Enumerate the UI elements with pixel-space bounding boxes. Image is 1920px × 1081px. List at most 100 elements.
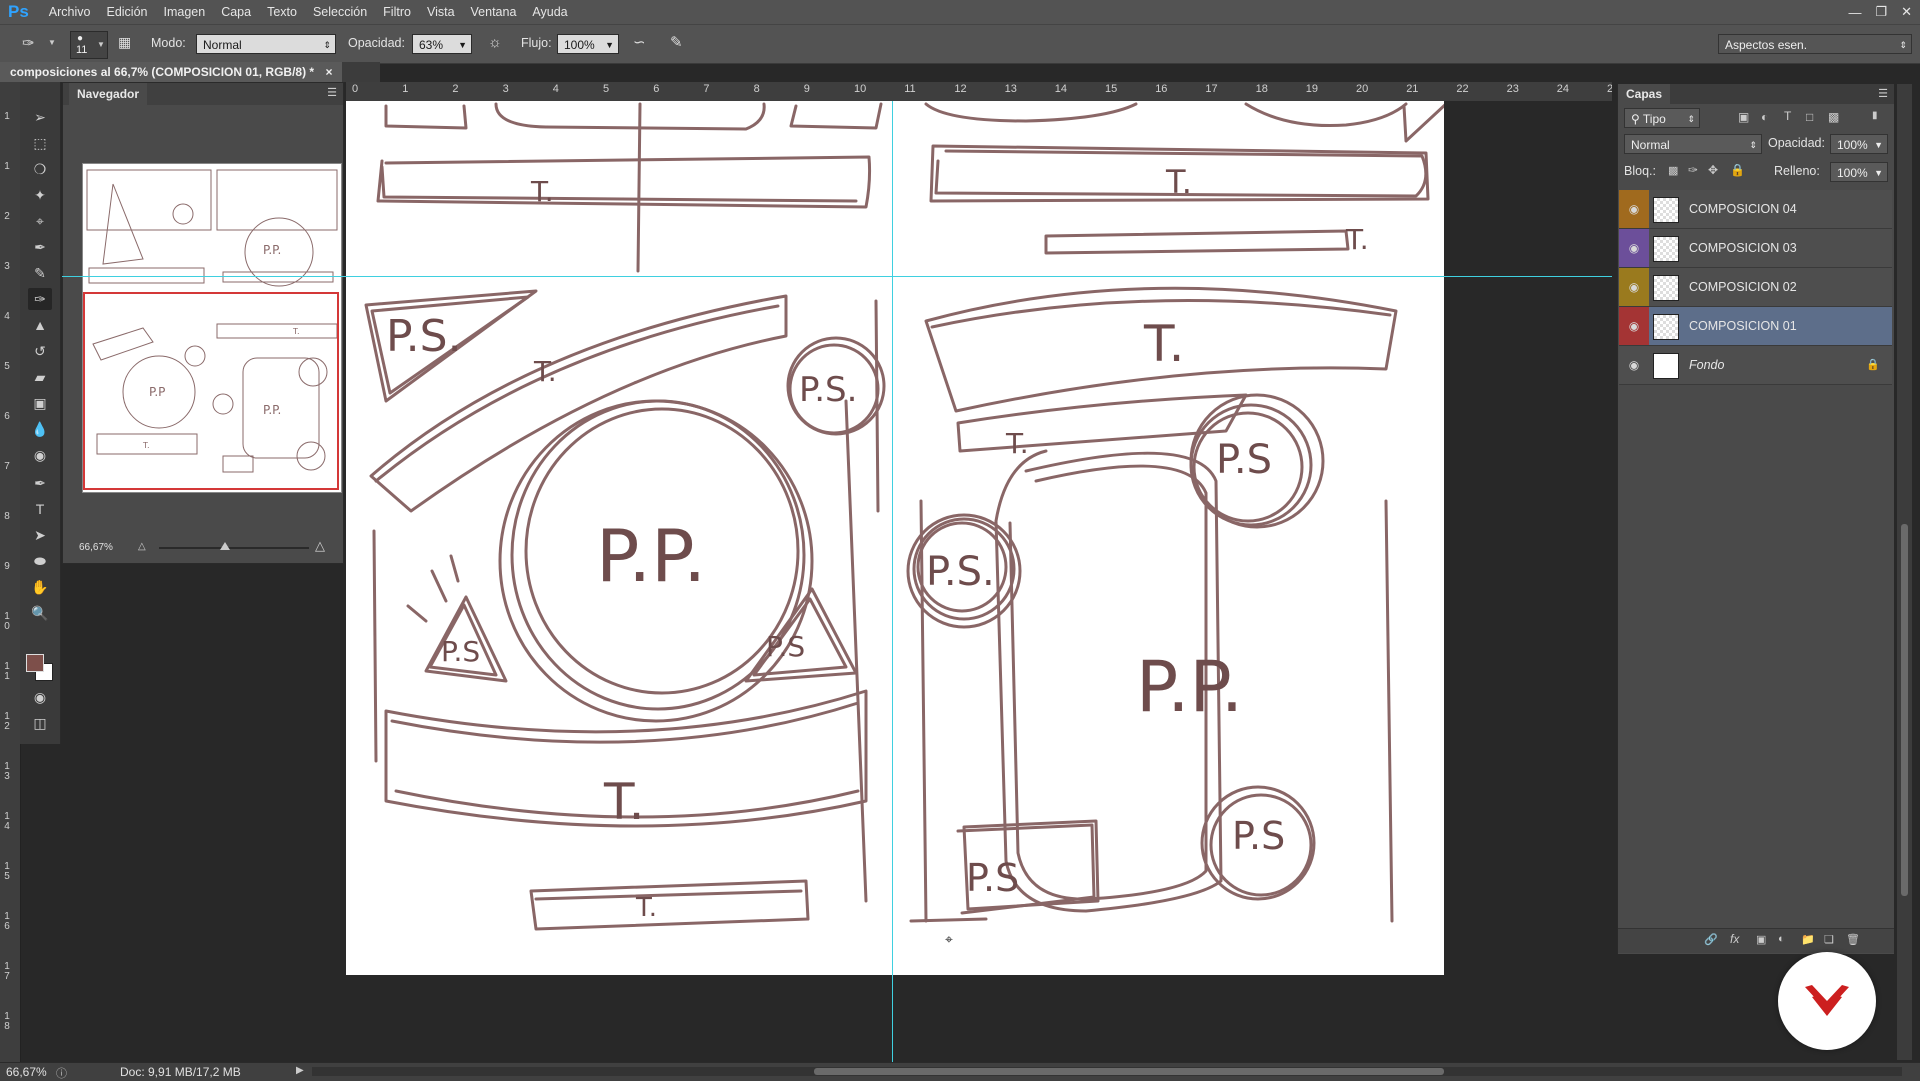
hand-tool-icon[interactable]: ✋ bbox=[28, 576, 52, 598]
lock-position-icon[interactable]: ✥ bbox=[1708, 163, 1718, 177]
fill-field[interactable]: 100% ▼ bbox=[1830, 162, 1888, 182]
blur-tool-icon[interactable]: 💧 bbox=[28, 418, 52, 440]
adjustment-layer-icon[interactable]: ◐ bbox=[1778, 933, 1785, 945]
zoom-tool-icon[interactable]: 🔍 bbox=[28, 602, 52, 624]
navigator-view-box[interactable] bbox=[83, 292, 339, 490]
document-tab[interactable]: composiciones al 66,7% (COMPOSICION 01, … bbox=[0, 62, 343, 82]
ellipse-tool-icon[interactable]: ⬬ bbox=[28, 550, 52, 572]
right-panel-scroll-thumb[interactable] bbox=[1901, 524, 1908, 896]
filter-smart-object-icon[interactable]: ▩ bbox=[1828, 110, 1839, 124]
close-icon[interactable]: ✕ bbox=[1901, 4, 1912, 20]
visibility-eye-icon[interactable]: ◉ bbox=[1619, 190, 1649, 228]
crop-tool-icon[interactable]: ⌖ bbox=[28, 210, 52, 232]
pressure-opacity-icon[interactable]: ☼ bbox=[488, 34, 502, 51]
flow-field[interactable]: 100% ▼ bbox=[557, 34, 619, 54]
opacity-field[interactable]: 63% ▼ bbox=[412, 34, 472, 54]
right-panel-scroll-track[interactable] bbox=[1897, 84, 1912, 1060]
panel-menu-icon[interactable]: ☰ bbox=[1878, 87, 1888, 100]
healing-brush-icon[interactable]: ✎ bbox=[28, 262, 52, 284]
fx-icon[interactable]: fx bbox=[1730, 932, 1739, 946]
gradient-tool-icon[interactable]: ▣ bbox=[28, 392, 52, 414]
visibility-eye-icon[interactable]: ◉ bbox=[1619, 268, 1649, 306]
zoom-slider-track[interactable] bbox=[159, 547, 309, 549]
layer-row-composicion-04[interactable]: ◉ COMPOSICION 04 bbox=[1619, 190, 1892, 229]
status-menu-arrow-icon[interactable]: ▶ bbox=[296, 1065, 304, 1076]
visibility-eye-icon[interactable]: ◉ bbox=[1619, 346, 1649, 384]
close-tab-icon[interactable]: × bbox=[325, 65, 332, 79]
path-select-icon[interactable]: ➤ bbox=[28, 524, 52, 546]
restore-icon[interactable]: ❐ bbox=[1875, 4, 1887, 20]
new-group-icon[interactable]: 📁 bbox=[1801, 933, 1815, 946]
mode-select[interactable]: Normal ⇕ bbox=[196, 34, 336, 54]
add-mask-icon[interactable]: ▣ bbox=[1756, 933, 1766, 946]
clone-stamp-icon[interactable]: ▲ bbox=[28, 314, 52, 336]
minimize-icon[interactable]: — bbox=[1848, 5, 1861, 20]
move-tool-icon[interactable]: ➢ bbox=[28, 106, 52, 128]
eraser-tool-icon[interactable]: ▰ bbox=[28, 366, 52, 388]
type-tool-icon[interactable]: T bbox=[28, 498, 52, 520]
document-canvas[interactable]: T. T. T. P.S. T. P.S. P.P. P.S P.S T. T.… bbox=[346, 101, 1448, 975]
layers-title[interactable]: Capas bbox=[1618, 84, 1671, 104]
status-info-icon[interactable]: ⓘ bbox=[56, 1065, 67, 1081]
navigator-thumbnail[interactable]: P.P. P.P P.P. T. T. bbox=[82, 163, 342, 493]
filter-pixel-icon[interactable]: ▣ bbox=[1738, 110, 1749, 124]
horizontal-scroll-thumb[interactable] bbox=[814, 1068, 1444, 1075]
eyedropper-icon[interactable]: ✒ bbox=[28, 236, 52, 258]
layer-row-composicion-01[interactable]: ◉ COMPOSICION 01 bbox=[1619, 307, 1892, 346]
lock-transparency-icon[interactable]: ▩ bbox=[1668, 164, 1678, 177]
layer-row-fondo[interactable]: ◉ Fondo 🔒 bbox=[1619, 346, 1892, 385]
menu-edicion[interactable]: Edición bbox=[98, 5, 155, 19]
layer-row-composicion-02[interactable]: ◉ COMPOSICION 02 bbox=[1619, 268, 1892, 307]
panel-menu-icon[interactable]: ☰ bbox=[327, 86, 337, 99]
quick-mask-icon[interactable]: ◉ bbox=[28, 686, 52, 708]
airbrush-icon[interactable]: ∽ bbox=[633, 33, 646, 51]
menu-seleccion[interactable]: Selección bbox=[305, 5, 375, 19]
lock-all-icon[interactable]: 🔒 bbox=[1730, 163, 1745, 177]
layer-opacity-field[interactable]: 100% ▼ bbox=[1830, 134, 1888, 154]
new-layer-icon[interactable]: ❏ bbox=[1824, 933, 1834, 946]
link-layers-icon[interactable]: 🔗 bbox=[1704, 933, 1718, 946]
vertical-guide[interactable] bbox=[892, 101, 893, 1065]
menu-capa[interactable]: Capa bbox=[213, 5, 259, 19]
lasso-tool-icon[interactable]: ❍ bbox=[28, 158, 52, 180]
filter-toggle-icon[interactable]: ▮ bbox=[1872, 110, 1878, 121]
filter-type-icon[interactable]: T bbox=[1784, 109, 1791, 123]
menu-ventana[interactable]: Ventana bbox=[463, 5, 525, 19]
menu-vista[interactable]: Vista bbox=[419, 5, 463, 19]
horizontal-scroll-track[interactable] bbox=[312, 1067, 1902, 1076]
chevron-down-icon[interactable]: ▼ bbox=[48, 38, 56, 47]
filter-adjustment-icon[interactable]: ◐ bbox=[1761, 110, 1768, 124]
workspace-select[interactable]: Aspectos esen. ⇕ bbox=[1718, 34, 1912, 54]
visibility-eye-icon[interactable]: ◉ bbox=[1619, 307, 1649, 345]
screen-mode-icon[interactable]: ◫ bbox=[28, 712, 52, 734]
navigator-title[interactable]: Navegador bbox=[69, 83, 148, 105]
brush-preset-picker[interactable]: ● 11 ▼ bbox=[70, 31, 108, 59]
blend-mode-select[interactable]: Normal ⇕ bbox=[1624, 134, 1762, 154]
layer-filter-select[interactable]: ⚲ Tipo ⇕ bbox=[1624, 108, 1700, 128]
menu-imagen[interactable]: Imagen bbox=[155, 5, 213, 19]
navigator-zoom-value[interactable]: 66,67% bbox=[79, 542, 113, 553]
menu-texto[interactable]: Texto bbox=[259, 5, 305, 19]
foreground-color-swatch[interactable] bbox=[26, 654, 44, 672]
zoom-out-icon[interactable]: △ bbox=[138, 541, 146, 552]
brush-tool-icon[interactable]: ✑ bbox=[22, 34, 35, 52]
horizontal-guide[interactable] bbox=[346, 276, 1612, 277]
visibility-eye-icon[interactable]: ◉ bbox=[1619, 229, 1649, 267]
lock-pixels-icon[interactable]: ✑ bbox=[1688, 163, 1698, 177]
brush-tool-icon[interactable]: ✑ bbox=[28, 288, 52, 310]
pen-tool-icon[interactable]: ✒ bbox=[28, 472, 52, 494]
dodge-tool-icon[interactable]: ◉ bbox=[28, 444, 52, 466]
quick-select-icon[interactable]: ✦ bbox=[28, 184, 52, 206]
menu-archivo[interactable]: Archivo bbox=[41, 5, 99, 19]
menu-ayuda[interactable]: Ayuda bbox=[524, 5, 575, 19]
layer-row-composicion-03[interactable]: ◉ COMPOSICION 03 bbox=[1619, 229, 1892, 268]
brush-panel-icon[interactable]: ▦ bbox=[118, 34, 131, 51]
zoom-slider-handle[interactable] bbox=[220, 542, 230, 550]
marquee-tool-icon[interactable]: ⬚ bbox=[28, 132, 52, 154]
trash-icon[interactable]: 🗑 bbox=[1846, 933, 1860, 946]
status-zoom[interactable]: 66,67% bbox=[6, 1065, 47, 1079]
filter-shape-icon[interactable]: □ bbox=[1806, 110, 1813, 124]
history-brush-icon[interactable]: ↺ bbox=[28, 340, 52, 362]
pressure-size-icon[interactable]: ✎ bbox=[670, 33, 683, 51]
menu-filtro[interactable]: Filtro bbox=[375, 5, 419, 19]
